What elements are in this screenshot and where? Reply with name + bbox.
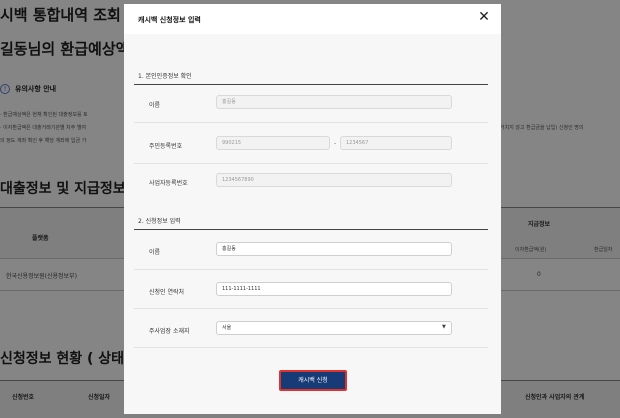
applicant-name-field[interactable]: 홍길동 [216, 242, 452, 256]
biz-number-field[interactable]: 1234567890 [216, 173, 452, 187]
row-rule [134, 122, 488, 123]
row-rule [134, 163, 488, 164]
name-label: 이름 [149, 102, 161, 109]
section-title-identity: 1. 본인인증정보 확인 [138, 73, 192, 80]
phone-field[interactable]: 111-1111-1111 [216, 282, 452, 296]
row-rule [134, 269, 488, 270]
region-label: 주사업장 소재지 [149, 328, 190, 335]
section-title-application: 2. 신청정보 입력 [138, 218, 181, 225]
row-rule [134, 347, 488, 348]
modal-header: 캐시백 신청정보 입력 ✕ [124, 4, 501, 34]
chevron-down-icon[interactable]: ▼ [442, 324, 446, 330]
rrn-separator: - [334, 140, 337, 147]
phone-label: 신청인 연락처 [149, 289, 185, 296]
section-rule [134, 229, 488, 230]
cashback-submit-button[interactable]: 캐시백 신청 [279, 370, 347, 391]
biz-number-label: 사업자등록번호 [149, 180, 188, 187]
modal-body: 1. 본인인증정보 확인 이름 홍길동 주민등록번호 990215 - 1234… [124, 34, 501, 414]
rrn-front-field[interactable]: 990215 [216, 136, 330, 150]
cashback-modal: 캐시백 신청정보 입력 ✕ 1. 본인인증정보 확인 이름 홍길동 주민등록번호… [124, 4, 501, 414]
region-select[interactable]: 서울 [216, 321, 452, 335]
row-rule [134, 308, 488, 309]
identity-name-field[interactable]: 홍길동 [216, 95, 452, 109]
close-icon[interactable]: ✕ [476, 9, 492, 25]
rrn-back-field[interactable]: 1234567 [340, 136, 452, 150]
rrn-label: 주민등록번호 [149, 143, 183, 150]
applicant-name-label: 이름 [149, 249, 161, 256]
section-rule [134, 84, 488, 85]
modal-title: 캐시백 신청정보 입력 [138, 16, 201, 24]
